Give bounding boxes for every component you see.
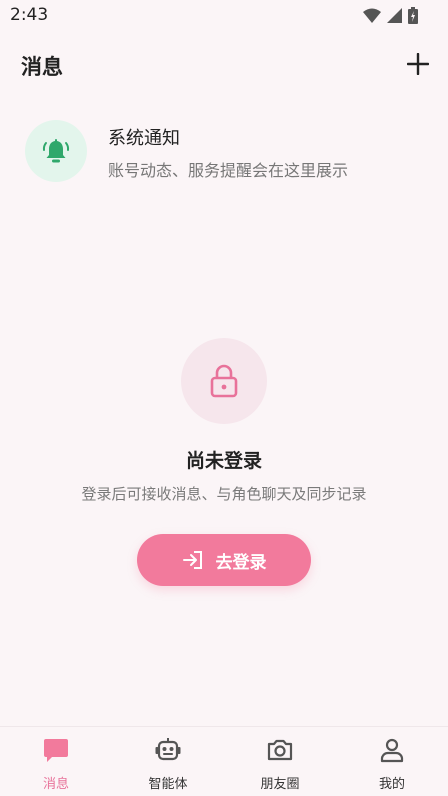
robot-icon (153, 735, 183, 765)
nav-label-agents: 智能体 (148, 777, 188, 792)
wifi-icon (363, 8, 381, 23)
add-button[interactable] (402, 48, 434, 80)
status-bar: 2:43 (0, 0, 448, 32)
status-icons (363, 6, 418, 24)
battery-icon (408, 6, 418, 24)
nav-item-profile[interactable]: 我的 (336, 727, 448, 796)
notice-title: 系统通知 (108, 128, 180, 149)
chat-bubble-icon (41, 735, 71, 765)
page-title: 消息 (21, 55, 63, 79)
empty-state-description: 登录后可接收消息、与角色聊天及同步记录 (81, 485, 367, 503)
nav-label-moments: 朋友圈 (260, 777, 300, 792)
nav-item-messages[interactable]: 消息 (0, 727, 112, 796)
login-button-label: 去登录 (215, 552, 267, 573)
plus-icon (407, 53, 429, 75)
notice-avatar (25, 120, 87, 182)
status-time: 2:43 (10, 5, 49, 25)
lock-icon (210, 364, 238, 398)
camera-icon (265, 735, 295, 765)
nav-item-agents[interactable]: 智能体 (112, 727, 224, 796)
empty-state-title: 尚未登录 (185, 450, 262, 472)
header: 消息 (0, 40, 448, 92)
nav-label-messages: 消息 (42, 777, 69, 792)
notice-description: 账号动态、服务提醒会在这里展示 (108, 161, 349, 180)
login-icon (182, 551, 202, 569)
login-button[interactable]: 去登录 (137, 534, 311, 586)
person-icon (377, 735, 407, 765)
signal-icon (387, 7, 402, 23)
lock-badge (181, 338, 267, 424)
nav-item-moments[interactable]: 朋友圈 (224, 727, 336, 796)
bottom-nav: 消息 智能体 朋友圈 我的 (0, 726, 448, 796)
messages-screen: 2:43 消息 系统通知 账号动态、服务提醒会在这里展示 尚未登录 登录后可接收… (0, 0, 448, 796)
system-notice-item[interactable]: 系统通知 账号动态、服务提醒会在这里展示 (0, 112, 448, 192)
bell-ringing-icon (42, 139, 70, 163)
nav-label-profile: 我的 (378, 777, 405, 792)
